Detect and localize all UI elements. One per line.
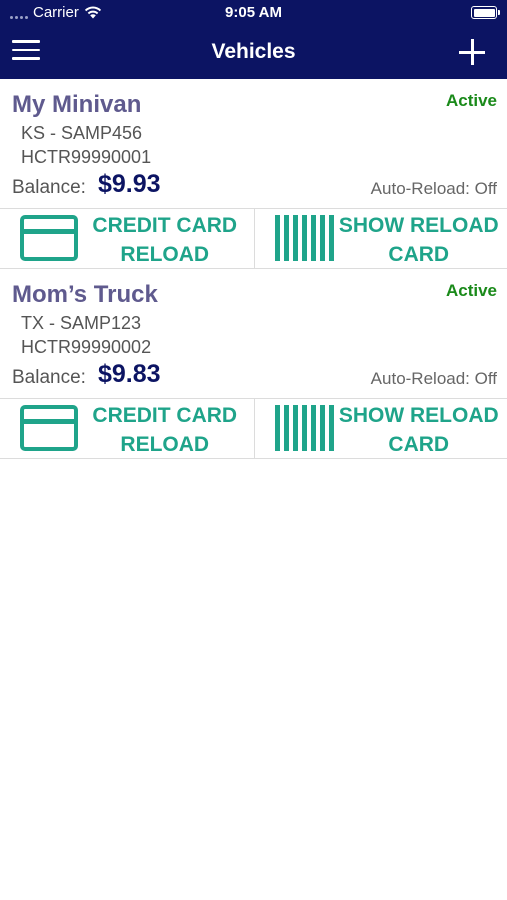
reload-card-label-line1: SHOW RELOAD	[338, 404, 499, 427]
license-plate: KS - SAMP456	[21, 123, 143, 143]
show-reload-card-button[interactable]: SHOW RELOAD CARD	[253, 209, 507, 269]
account-number: HCTR99990002	[21, 337, 152, 357]
credit-card-label-line2: RELOAD	[120, 243, 210, 266]
vehicle-card: Mom’s Truck Active TX - SAMP123 HCTR9999…	[0, 269, 507, 459]
battery-icon	[471, 6, 500, 19]
reload-card-label-line2: CARD	[388, 433, 450, 456]
balance-label: Balance:	[12, 367, 86, 388]
show-reload-card-label: SHOW RELOAD CARD	[337, 211, 502, 269]
vehicle-list: My Minivan Active KS - SAMP456 HCTR99990…	[0, 79, 507, 459]
vehicle-info[interactable]: Mom’s Truck Active TX - SAMP123 HCTR9999…	[0, 269, 507, 399]
credit-card-label-line1: CREDIT CARD	[92, 404, 238, 427]
status-badge: Active	[445, 281, 497, 300]
reload-card-label-line2: CARD	[388, 243, 450, 266]
vehicle-info[interactable]: My Minivan Active KS - SAMP456 HCTR99990…	[0, 79, 507, 209]
status-time: 9:05 AM	[225, 4, 282, 21]
show-reload-card-button[interactable]: SHOW RELOAD CARD	[253, 399, 507, 459]
credit-card-icon	[20, 405, 78, 451]
navigation-bar: Vehicles	[0, 26, 507, 79]
credit-card-reload-button[interactable]: CREDIT CARD RELOAD	[0, 399, 254, 458]
credit-card-reload-button[interactable]: CREDIT CARD RELOAD	[0, 209, 254, 268]
balance-value: $9.83	[98, 360, 161, 388]
auto-reload-status: Auto-Reload: Off	[370, 369, 497, 388]
credit-card-label-line1: CREDIT CARD	[92, 214, 238, 237]
barcode-icon	[274, 215, 334, 261]
barcode-icon	[274, 405, 334, 451]
balance-label: Balance:	[12, 177, 86, 198]
reload-card-label-line1: SHOW RELOAD	[338, 214, 499, 237]
account-number: HCTR99990001	[21, 147, 152, 167]
balance-value: $9.93	[98, 170, 161, 198]
add-vehicle-plus-icon[interactable]	[459, 39, 485, 65]
vehicle-name: My Minivan	[12, 91, 142, 118]
status-badge: Active	[445, 91, 497, 110]
credit-card-label-line2: RELOAD	[120, 433, 210, 456]
auto-reload-status: Auto-Reload: Off	[370, 179, 497, 198]
credit-card-reload-label: CREDIT CARD RELOAD	[82, 211, 248, 269]
vehicle-card: My Minivan Active KS - SAMP456 HCTR99990…	[0, 79, 507, 269]
show-reload-card-label: SHOW RELOAD CARD	[337, 401, 502, 459]
status-bar: Carrier 9:05 AM	[0, 0, 507, 26]
license-plate: TX - SAMP123	[21, 313, 142, 333]
page-title: Vehicles	[211, 40, 296, 63]
vehicle-actions: CREDIT CARD RELOAD SHOW RELOAD CARD	[0, 399, 507, 459]
credit-card-icon	[20, 215, 78, 261]
vehicle-actions: CREDIT CARD RELOAD SHOW RELOAD CARD	[0, 209, 507, 269]
credit-card-reload-label: CREDIT CARD RELOAD	[82, 401, 248, 459]
vehicle-name: Mom’s Truck	[12, 281, 158, 308]
